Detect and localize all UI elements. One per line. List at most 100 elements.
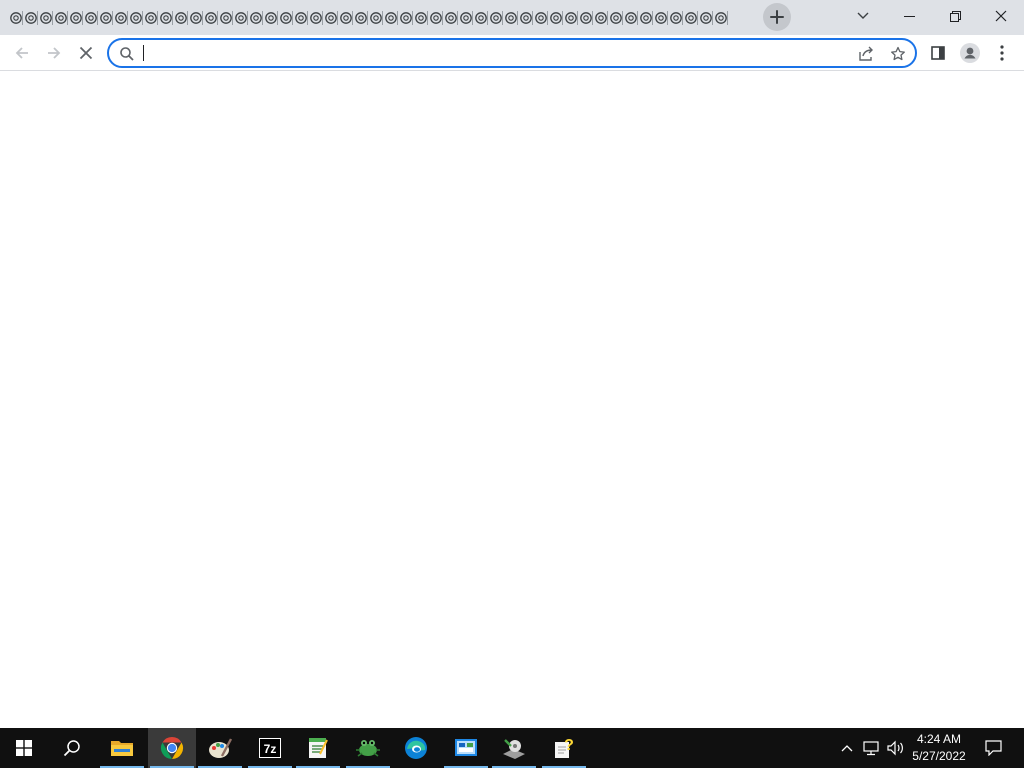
notification-icon xyxy=(984,740,1002,756)
browser-tab[interactable] xyxy=(533,8,548,28)
browser-tab[interactable] xyxy=(473,8,488,28)
browser-tab[interactable] xyxy=(53,8,68,28)
browser-tab[interactable] xyxy=(158,8,173,28)
taskbar-app-chrome[interactable] xyxy=(148,728,196,768)
generic-page-icon xyxy=(459,12,472,24)
share-button[interactable] xyxy=(855,43,877,65)
browser-tab[interactable] xyxy=(563,8,578,28)
browser-tab[interactable] xyxy=(143,8,158,28)
menu-button[interactable] xyxy=(986,37,1018,69)
browser-tab[interactable] xyxy=(8,8,23,28)
browser-tab[interactable] xyxy=(98,8,113,28)
browser-tab[interactable] xyxy=(368,8,383,28)
restore-button[interactable] xyxy=(932,0,978,32)
forward-icon xyxy=(48,47,61,59)
browser-tab[interactable] xyxy=(548,8,563,28)
taskbar-clock[interactable]: 4:24 AM 5/27/2022 xyxy=(906,731,972,765)
generic-page-icon xyxy=(84,12,97,24)
paint-icon xyxy=(209,738,232,758)
browser-tab[interactable] xyxy=(503,8,518,28)
start-button[interactable] xyxy=(0,728,48,768)
back-button[interactable] xyxy=(6,37,38,69)
browser-tab[interactable] xyxy=(83,8,98,28)
show-hidden-icons-button[interactable] xyxy=(837,728,857,768)
generic-page-icon xyxy=(429,12,442,24)
new-tab-button[interactable] xyxy=(763,3,791,31)
generic-page-icon xyxy=(39,12,52,24)
stop-button[interactable] xyxy=(70,37,102,69)
generic-page-icon xyxy=(114,12,127,24)
bookmark-button[interactable] xyxy=(887,43,909,65)
network-button[interactable] xyxy=(860,728,882,768)
generic-page-icon xyxy=(639,12,652,24)
browser-tab[interactable] xyxy=(128,8,143,28)
page-content[interactable] xyxy=(0,72,1024,728)
browser-tab[interactable] xyxy=(398,8,413,28)
browser-tab[interactable] xyxy=(488,8,503,28)
browser-tab[interactable] xyxy=(68,8,83,28)
taskbar-app-paint[interactable] xyxy=(196,728,244,768)
action-center-button[interactable] xyxy=(978,728,1008,768)
taskbar-app-control-panel[interactable] xyxy=(442,728,490,768)
taskbar-app-frog[interactable] xyxy=(344,728,392,768)
generic-page-icon xyxy=(129,12,142,24)
browser-tab[interactable] xyxy=(608,8,623,28)
browser-tab[interactable] xyxy=(323,8,338,28)
browser-tab[interactable] xyxy=(263,8,278,28)
browser-tab[interactable] xyxy=(383,8,398,28)
browser-tab[interactable] xyxy=(23,8,38,28)
generic-page-icon xyxy=(579,12,592,24)
omnibox[interactable] xyxy=(107,38,917,68)
search-icon xyxy=(120,47,134,61)
browser-tab[interactable] xyxy=(443,8,458,28)
browser-tab[interactable] xyxy=(353,8,368,28)
taskbar-app-7zip[interactable]: 7z xyxy=(246,728,294,768)
browser-tab[interactable] xyxy=(113,8,128,28)
browser-tab[interactable] xyxy=(203,8,218,28)
browser-tab[interactable] xyxy=(248,8,263,28)
close-window-button[interactable] xyxy=(978,0,1024,32)
generic-page-icon xyxy=(24,12,37,24)
forward-button[interactable] xyxy=(38,37,70,69)
browser-tab[interactable] xyxy=(653,8,668,28)
taskbar-app-file-explorer[interactable] xyxy=(98,728,146,768)
browser-tab[interactable] xyxy=(338,8,353,28)
minimize-button[interactable] xyxy=(886,0,932,32)
browser-tab[interactable] xyxy=(188,8,203,28)
taskbar-app-setup[interactable] xyxy=(490,728,538,768)
browser-tab[interactable] xyxy=(698,8,713,28)
browser-tab[interactable] xyxy=(413,8,428,28)
generic-page-icon xyxy=(609,12,622,24)
browser-tab[interactable] xyxy=(578,8,593,28)
browser-tab[interactable] xyxy=(293,8,308,28)
profile-button[interactable] xyxy=(954,37,986,69)
browser-tab[interactable] xyxy=(233,8,248,28)
browser-tab[interactable] xyxy=(713,8,728,28)
browser-tab[interactable] xyxy=(638,8,653,28)
browser-tab[interactable] xyxy=(623,8,638,28)
browser-tab[interactable] xyxy=(38,8,53,28)
taskbar-app-edge[interactable] xyxy=(392,728,440,768)
browser-tab[interactable] xyxy=(278,8,293,28)
generic-page-icon xyxy=(714,12,727,24)
side-panel-button[interactable] xyxy=(922,37,954,69)
browser-tab[interactable] xyxy=(593,8,608,28)
tab-search-button[interactable] xyxy=(840,0,886,32)
close-icon xyxy=(995,10,1007,22)
taskbar-app-help[interactable]: ? xyxy=(540,728,588,768)
browser-tab[interactable] xyxy=(458,8,473,28)
browser-tab[interactable] xyxy=(218,8,233,28)
browser-tab[interactable] xyxy=(668,8,683,28)
address-input[interactable] xyxy=(141,43,841,63)
windows-icon xyxy=(16,740,32,756)
browser-tab[interactable] xyxy=(518,8,533,28)
volume-button[interactable] xyxy=(884,728,906,768)
taskbar-search-button[interactable] xyxy=(48,728,96,768)
taskbar-app-notepad[interactable] xyxy=(294,728,342,768)
browser-tab[interactable] xyxy=(308,8,323,28)
control-panel-icon xyxy=(455,739,477,756)
browser-tab[interactable] xyxy=(683,8,698,28)
browser-tab[interactable] xyxy=(173,8,188,28)
plus-icon xyxy=(770,10,784,24)
browser-tab[interactable] xyxy=(428,8,443,28)
